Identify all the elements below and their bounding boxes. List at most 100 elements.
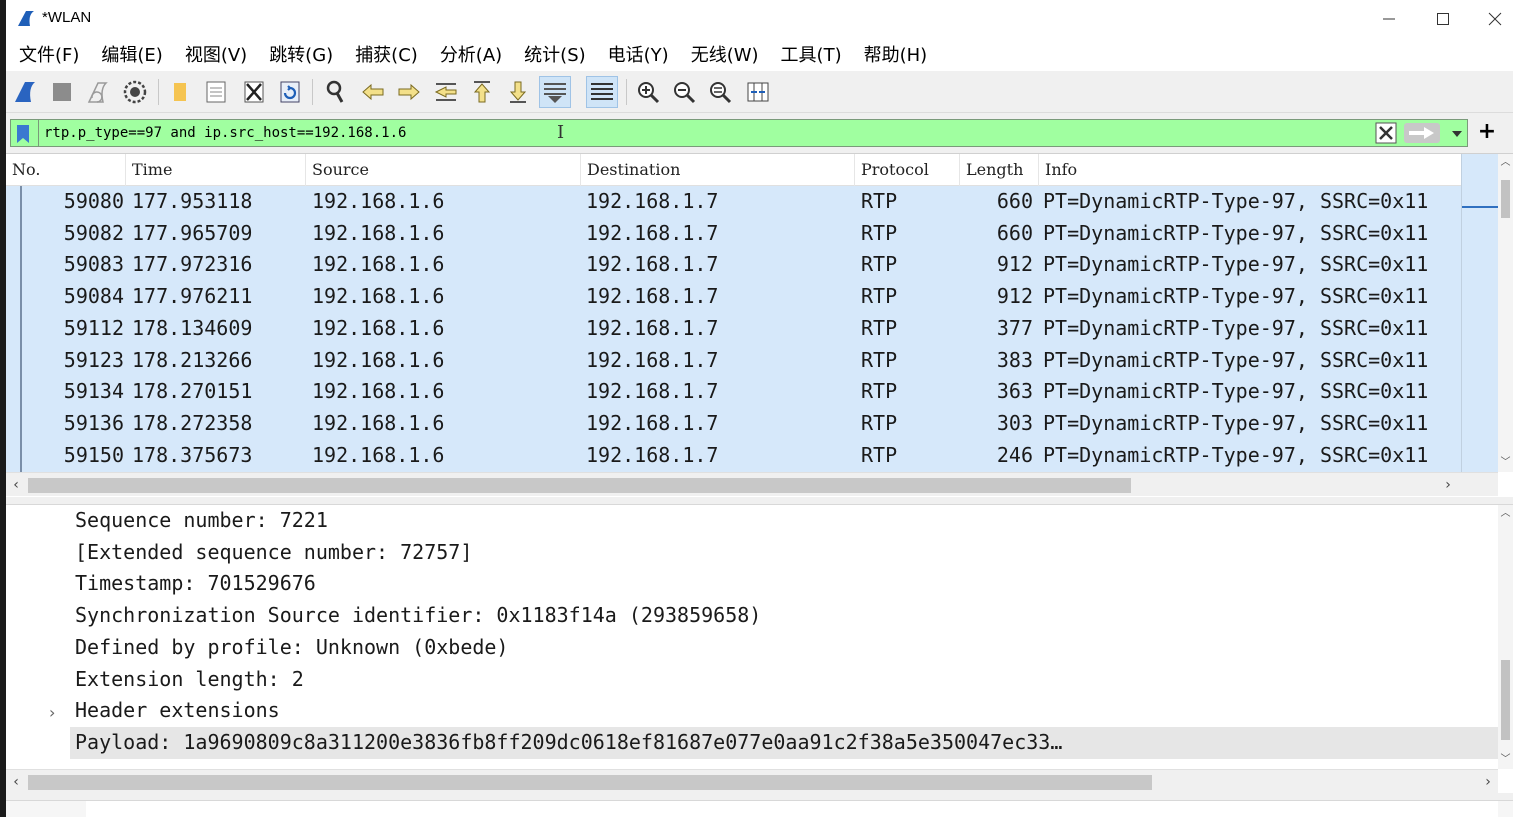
apply-filter-arrow-icon[interactable] <box>1404 122 1440 144</box>
pane-splitter[interactable] <box>6 497 1513 505</box>
table-row[interactable]: 59084 177.976211 192.168.1.6 192.168.1.7… <box>6 281 1461 313</box>
clear-filter-icon[interactable] <box>1375 122 1397 144</box>
menu-file[interactable]: 文件(F) <box>10 41 92 67</box>
cell-length: 246 <box>996 442 1033 467</box>
colorize-button[interactable] <box>586 76 618 108</box>
menu-capture[interactable]: 捕获(C) <box>346 41 431 67</box>
cell-time: 177.965709 <box>132 220 253 245</box>
close-file-button[interactable] <box>238 76 270 108</box>
find-packet-button[interactable] <box>320 76 352 108</box>
minimize-button[interactable] <box>1362 0 1416 37</box>
scroll-thumb[interactable] <box>28 478 1131 493</box>
scroll-left-icon[interactable]: ‹ <box>8 476 24 494</box>
cell-no: 59084 <box>63 284 124 309</box>
cell-source: 192.168.1.6 <box>312 284 445 309</box>
scroll-up-icon[interactable]: ︿ <box>1498 507 1513 521</box>
save-file-button[interactable] <box>200 76 232 108</box>
go-first-packet-button[interactable] <box>466 76 498 108</box>
menu-go[interactable]: 跳转(G) <box>260 41 346 67</box>
packet-list-header: No. Time Source Destination Protocol Len… <box>6 154 1498 186</box>
chevron-right-icon[interactable]: › <box>49 705 63 721</box>
menu-statistics[interactable]: 统计(S) <box>515 41 598 67</box>
column-header-time[interactable]: Time <box>126 154 306 186</box>
menu-edit[interactable]: 编辑(E) <box>92 41 175 67</box>
maximize-button[interactable] <box>1416 0 1470 37</box>
start-capture-button[interactable] <box>10 76 42 108</box>
pane-splitter[interactable] <box>6 793 1513 801</box>
zoom-normal-button[interactable] <box>704 76 736 108</box>
restart-capture-button[interactable] <box>82 76 114 108</box>
table-row[interactable]: 59123 178.213266 192.168.1.6 192.168.1.7… <box>6 345 1461 377</box>
menu-analyze[interactable]: 分析(A) <box>431 41 515 67</box>
menu-help[interactable]: 帮助(H) <box>855 41 941 67</box>
zoom-out-button[interactable] <box>668 76 700 108</box>
cell-info: PT=DynamicRTP-Type-97, SSRC=0x11 <box>1043 315 1429 340</box>
cell-length: 377 <box>996 315 1033 340</box>
scroll-down-icon[interactable]: ﹀ <box>1498 456 1513 470</box>
go-forward-button[interactable] <box>393 76 425 108</box>
go-last-packet-button[interactable] <box>502 76 534 108</box>
display-filter-input[interactable] <box>44 123 1364 143</box>
details-vertical-scrollbar[interactable]: ︿ ﹀ <box>1498 505 1513 769</box>
menu-wireless[interactable]: 无线(W) <box>682 41 772 67</box>
zoom-in-button[interactable] <box>632 76 664 108</box>
column-header-destination[interactable]: Destination <box>581 154 855 186</box>
packet-list-vertical-scrollbar[interactable]: ︿ ﹀ <box>1498 154 1513 472</box>
add-filter-button[interactable]: + <box>1475 121 1499 145</box>
detail-timestamp[interactable]: Timestamp: 701529676 <box>75 568 316 600</box>
menu-tools[interactable]: 工具(T) <box>772 41 855 67</box>
detail-extended-sequence-number[interactable]: [Extended sequence number: 72757] <box>75 537 472 569</box>
scroll-right-icon[interactable]: › <box>1440 476 1456 494</box>
column-header-length[interactable]: Length <box>960 154 1039 186</box>
detail-defined-by-profile[interactable]: Defined by profile: Unknown (0xbede) <box>75 632 508 664</box>
cell-destination: 192.168.1.7 <box>586 347 719 372</box>
table-row[interactable]: 59150 178.375673 192.168.1.6 192.168.1.7… <box>6 440 1461 472</box>
resize-columns-button[interactable] <box>742 76 774 108</box>
table-row[interactable]: 59112 178.134609 192.168.1.6 192.168.1.7… <box>6 313 1461 345</box>
details-horizontal-scrollbar[interactable]: ‹ › <box>6 769 1498 793</box>
reload-file-button[interactable] <box>274 76 306 108</box>
scroll-right-icon[interactable]: › <box>1480 773 1496 791</box>
table-row[interactable]: 59134 178.270151 192.168.1.6 192.168.1.7… <box>6 376 1461 408</box>
menu-telephony[interactable]: 电话(Y) <box>599 41 682 67</box>
filter-history-dropdown-icon[interactable] <box>1447 122 1467 144</box>
scroll-down-icon[interactable]: ﹀ <box>1498 753 1513 767</box>
column-header-protocol[interactable]: Protocol <box>855 154 960 186</box>
table-row[interactable]: 59082 177.965709 192.168.1.6 192.168.1.7… <box>6 218 1461 250</box>
scroll-up-icon[interactable]: ︿ <box>1498 156 1513 170</box>
cell-source: 192.168.1.6 <box>312 189 445 213</box>
detail-extension-length[interactable]: Extension length: 2 <box>75 664 304 696</box>
cell-destination: 192.168.1.7 <box>586 189 719 213</box>
detail-payload[interactable]: Payload: 1a9690809c8a311200e3836fb8ff209… <box>70 726 1500 759</box>
close-window-button[interactable] <box>1468 0 1513 37</box>
go-to-packet-button[interactable] <box>430 76 462 108</box>
bookmark-icon[interactable] <box>16 124 30 144</box>
table-row[interactable]: 59136 178.272358 192.168.1.6 192.168.1.7… <box>6 408 1461 440</box>
detail-sequence-number[interactable]: Sequence number: 7221 <box>75 505 328 537</box>
auto-scroll-button[interactable] <box>539 76 571 108</box>
scroll-thumb[interactable] <box>1501 660 1510 740</box>
column-header-no[interactable]: No. <box>6 154 126 186</box>
capture-options-button[interactable] <box>119 76 151 108</box>
scroll-thumb[interactable] <box>28 775 1152 790</box>
cell-info: PT=DynamicRTP-Type-97, SSRC=0x11 <box>1043 284 1429 309</box>
menu-view[interactable]: 视图(V) <box>176 41 260 67</box>
capture-options-gear-icon <box>123 80 147 104</box>
cell-protocol: RTP <box>861 189 898 213</box>
column-header-info[interactable]: Info <box>1039 154 1461 186</box>
table-row[interactable]: 59080 177.953118 192.168.1.6 192.168.1.7… <box>6 186 1461 218</box>
packet-list-horizontal-scrollbar[interactable]: ‹ › <box>6 472 1498 496</box>
stop-capture-button[interactable] <box>46 76 78 108</box>
cell-destination: 192.168.1.7 <box>586 252 719 277</box>
cell-protocol: RTP <box>861 442 898 467</box>
packet-list-minimap[interactable] <box>1461 154 1499 472</box>
detail-header-extensions[interactable]: Header extensions <box>75 695 280 727</box>
go-back-button[interactable] <box>357 76 389 108</box>
scroll-left-icon[interactable]: ‹ <box>8 773 24 791</box>
column-header-source[interactable]: Source <box>306 154 581 186</box>
scroll-thumb[interactable] <box>1501 180 1510 218</box>
table-row[interactable]: 59083 177.972316 192.168.1.6 192.168.1.7… <box>6 249 1461 281</box>
detail-ssrc[interactable]: Synchronization Source identifier: 0x118… <box>75 600 761 632</box>
save-file-icon <box>206 81 226 103</box>
open-file-button[interactable] <box>164 76 196 108</box>
